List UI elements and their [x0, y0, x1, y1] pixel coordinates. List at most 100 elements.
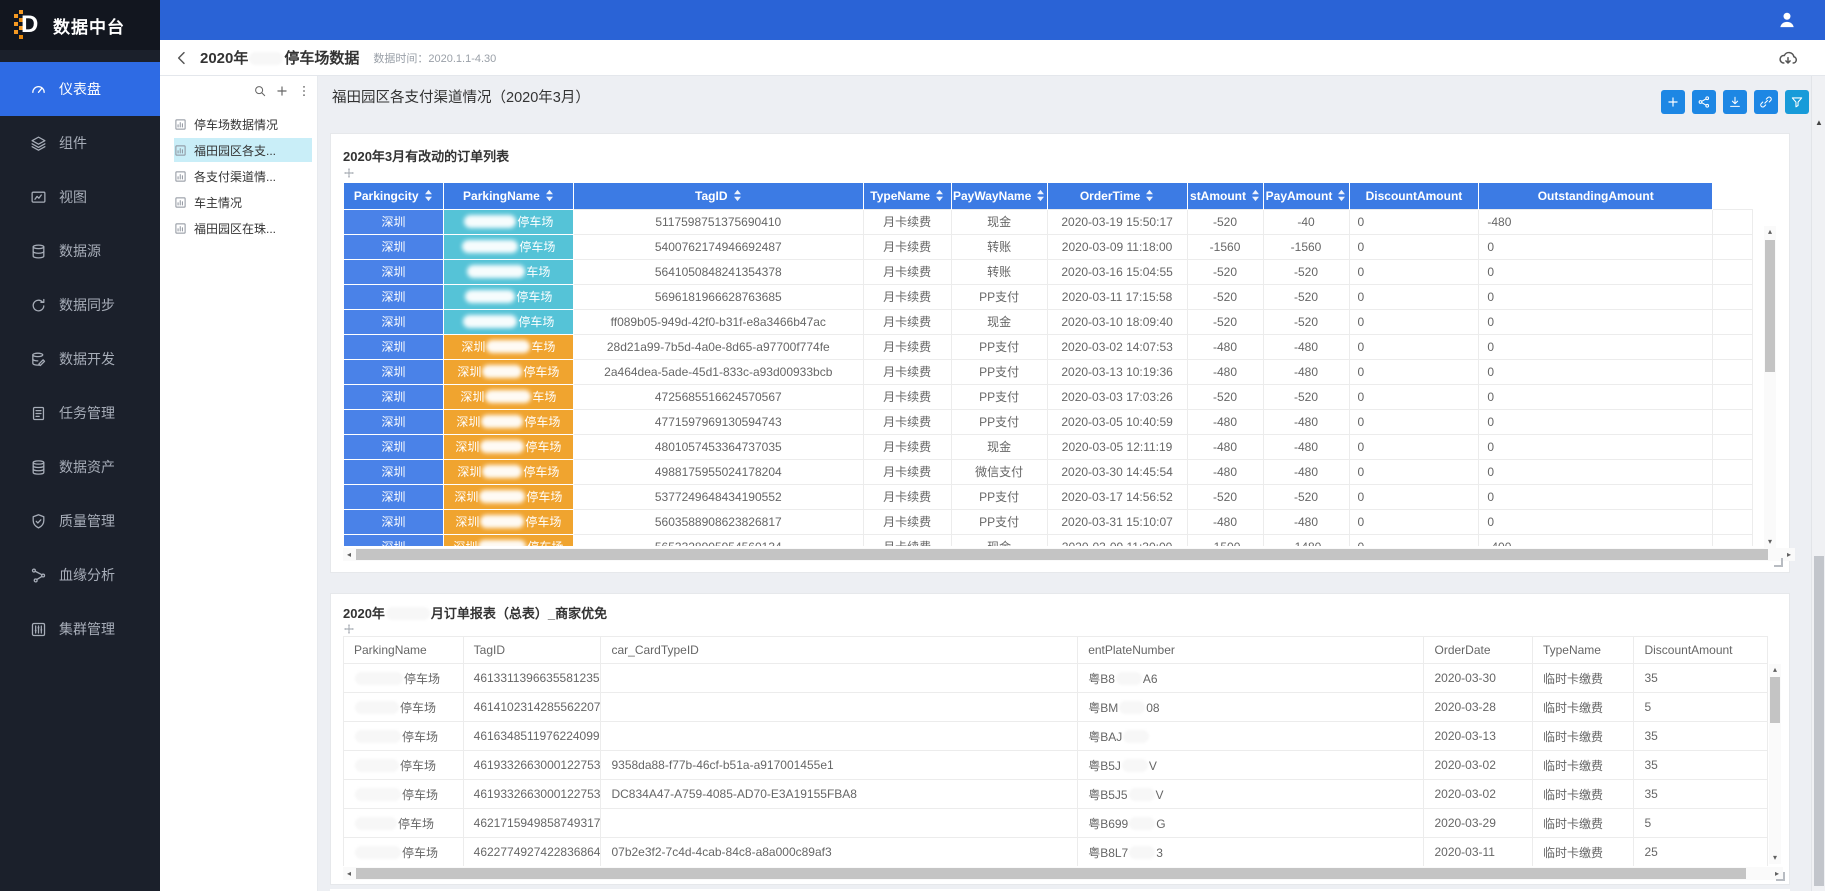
column-header-Parkingcity[interactable]: Parkingcity [344, 183, 444, 209]
user-icon[interactable] [1777, 10, 1797, 30]
cell-city: 深圳 [344, 259, 444, 284]
filter-button[interactable] [1785, 90, 1809, 114]
tree-item[interactable]: 福田园区在珠... [174, 216, 312, 240]
cell-filler [1713, 384, 1753, 409]
table-row: 深圳车场5641050848241354378月卡续费转账2020-03-16 … [344, 259, 1753, 284]
cell-tagid: 5696181966628763685 [573, 284, 863, 309]
cell-park: 停车场 [443, 309, 573, 334]
link-button[interactable] [1754, 90, 1778, 114]
table-row: 深圳深圳停车场5377249648434190552月卡续费PP支付2020-0… [344, 484, 1753, 509]
column-header-OrderDate: OrderDate [1424, 637, 1532, 664]
add-button[interactable] [1661, 90, 1685, 114]
table-row: 深圳深圳停车场2a464dea-5ade-45d1-833c-a93d00933… [344, 359, 1753, 384]
cell-type: 临时卡缴费 [1532, 693, 1634, 722]
redacted-text [463, 315, 517, 328]
sort-icon[interactable] [545, 189, 554, 201]
cell-filler [1713, 509, 1753, 534]
card1-resize-handle[interactable] [1774, 558, 1783, 567]
plus-icon[interactable] [275, 84, 289, 98]
move-handle-icon[interactable] [343, 166, 355, 178]
cell-tagid: 28d21a99-7b5d-4a0e-8d65-a97700f774fe [573, 334, 863, 359]
tree-item[interactable]: 各支付渠道情... [174, 164, 312, 188]
column-header-PayAmount[interactable]: PayAmount [1263, 183, 1349, 209]
chart-icon [174, 118, 187, 131]
cell-outstanding: 0 [1479, 459, 1713, 484]
table2-title: 2020年月订单报表（总表）_商家优免 [343, 603, 607, 622]
more-icon[interactable] [297, 84, 311, 98]
sidebar-item-database[interactable]: 数据源 [0, 224, 160, 278]
cell-discount: 0 [1349, 359, 1479, 384]
cell-st: -480 [1187, 334, 1263, 359]
tree-item-label: 福田园区各支... [194, 142, 276, 159]
table1-vertical-scrollbar[interactable]: ▴▾ [1764, 226, 1776, 548]
share-icon [1697, 95, 1711, 109]
card2-resize-handle[interactable] [1776, 872, 1785, 881]
cell-payway: 转账 [951, 259, 1047, 284]
column-header-stAmount[interactable]: stAmount [1187, 183, 1263, 209]
cell-park: 深圳车场 [443, 334, 573, 359]
cell-discount: 0 [1349, 309, 1479, 334]
sidebar-item-label: 数据资产 [59, 457, 115, 477]
table2-vertical-scrollbar[interactable]: ▴▾ [1769, 664, 1781, 864]
cell-city: 深圳 [344, 209, 444, 234]
sort-icon[interactable] [1251, 189, 1260, 201]
cell-time: 2020-03-03 17:03:26 [1047, 384, 1187, 409]
sort-icon[interactable] [424, 189, 433, 201]
cluster-icon [30, 621, 47, 638]
cell-discount: 5 [1634, 809, 1768, 838]
download-button[interactable] [1723, 90, 1747, 114]
table1-horizontal-scrollbar[interactable]: ◂▸ [343, 548, 1795, 561]
column-header-PayWayName[interactable]: PayWayName [951, 183, 1047, 209]
redacted-text [480, 515, 524, 528]
sidebar-item-lineage[interactable]: 血缘分析 [0, 548, 160, 602]
dashboard-icon [30, 81, 47, 98]
cell-filler [1713, 359, 1753, 384]
sidebar-item-layers[interactable]: 组件 [0, 116, 160, 170]
cell-park: 停车场 [443, 209, 573, 234]
cell-filler [1713, 309, 1753, 334]
share-button[interactable] [1692, 90, 1716, 114]
column-header-ParkingName[interactable]: ParkingName [443, 183, 573, 209]
sidebar-item-dev[interactable]: 数据开发 [0, 332, 160, 386]
sort-icon[interactable] [935, 189, 944, 201]
column-header-ParkingName: ParkingName [344, 637, 464, 664]
tree-item[interactable]: 车主情况 [174, 190, 312, 214]
sidebar-item-sync[interactable]: 数据同步 [0, 278, 160, 332]
search-icon[interactable] [253, 84, 267, 98]
sidebar-item-dashboard[interactable]: 仪表盘 [0, 62, 160, 116]
sidebar-item-cluster[interactable]: 集群管理 [0, 602, 160, 656]
cell-discount: 35 [1634, 751, 1768, 780]
cell-payway: PP支付 [951, 509, 1047, 534]
column-header-TypeName[interactable]: TypeName [863, 183, 951, 209]
sidebar-item-quality[interactable]: 质量管理 [0, 494, 160, 548]
cell-tagid: ff089b05-949d-42f0-b31f-e8a3466b47ac [573, 309, 863, 334]
cell-date: 2020-03-02 [1424, 780, 1532, 809]
column-header-TagID[interactable]: TagID [573, 183, 863, 209]
sort-icon[interactable] [1337, 189, 1346, 201]
sort-icon[interactable] [1036, 189, 1045, 201]
column-header-OutstandingAmount: OutstandingAmount [1479, 183, 1713, 209]
cell-st: -520 [1187, 384, 1263, 409]
column-header-OrderTime[interactable]: OrderTime [1047, 183, 1187, 209]
cell-tagid: 5653328905954560134 [573, 534, 863, 546]
redacted-text [1119, 701, 1145, 714]
tree-item[interactable]: 福田园区各支... [174, 138, 312, 162]
tree-item[interactable]: 停车场数据情况 [174, 112, 312, 136]
cell-discount: 0 [1349, 259, 1479, 284]
sidebar-item-view[interactable]: 视图 [0, 170, 160, 224]
report-tree-panel: 停车场数据情况福田园区各支... 各支付渠道情...车主情况福田园区在珠... [160, 76, 318, 891]
redacted-text [478, 540, 526, 546]
sidebar-item-assets[interactable]: 数据资产 [0, 440, 160, 494]
cell-pay: -520 [1263, 384, 1349, 409]
cloud-download-icon[interactable] [1777, 48, 1799, 68]
cell-discount: 35 [1634, 664, 1768, 693]
sort-icon[interactable] [1145, 189, 1154, 201]
back-icon[interactable] [174, 50, 190, 66]
cell-pay: -1480 [1263, 534, 1349, 546]
sort-icon[interactable] [733, 189, 742, 201]
table2-horizontal-scrollbar[interactable]: ◂▸ [343, 867, 1783, 880]
move-handle-icon[interactable] [343, 622, 355, 634]
page-vertical-scrollbar[interactable]: ▲ [1811, 76, 1825, 891]
sidebar-item-tasks[interactable]: 任务管理 [0, 386, 160, 440]
cell-city: 深圳 [344, 534, 444, 546]
